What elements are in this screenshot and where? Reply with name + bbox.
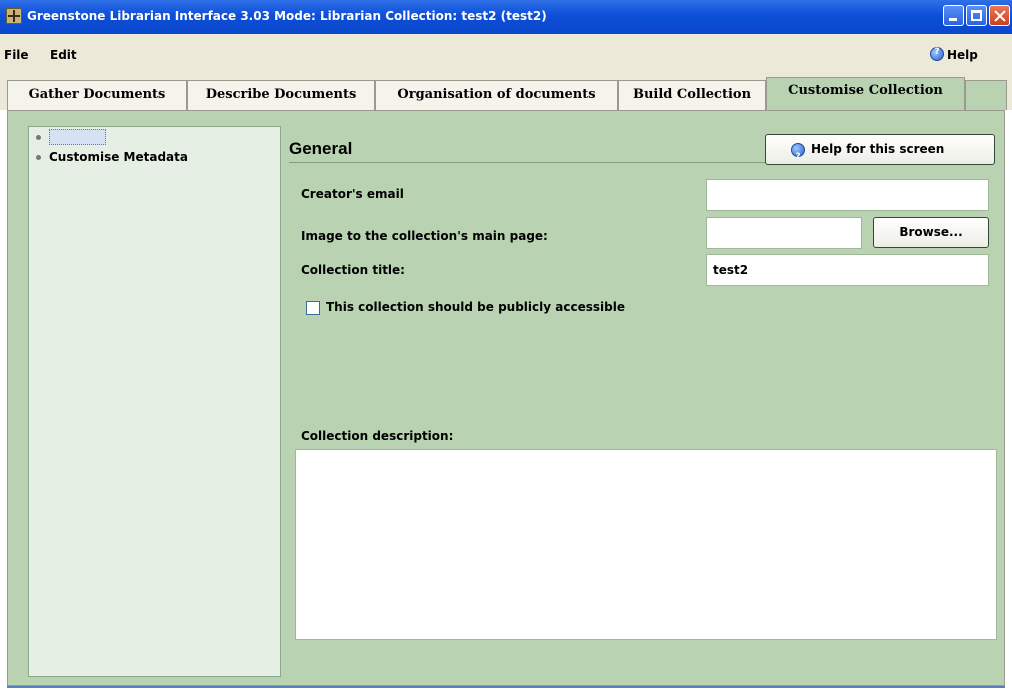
sidebar-item-label: Customise Metadata	[49, 150, 188, 164]
customise-collection-panel: General Customise Metadata General Help …	[7, 110, 1005, 686]
help-button-label: Help for this screen	[811, 142, 945, 156]
menu-edit[interactable]: Edit	[50, 48, 77, 62]
tab-strip-filler	[965, 80, 1007, 110]
menu-bar: File Edit Help	[0, 34, 1012, 74]
tab-describe-documents[interactable]: Describe Documents	[187, 80, 375, 110]
maximize-icon[interactable]	[966, 5, 987, 26]
collection-description-textarea[interactable]	[295, 449, 997, 640]
sidebar-item-label: General	[49, 129, 106, 145]
creator-email-field[interactable]	[706, 179, 989, 211]
help-icon	[791, 143, 805, 172]
minimize-icon[interactable]	[943, 5, 964, 26]
menu-help[interactable]: Help	[947, 48, 978, 62]
help-icon[interactable]	[930, 47, 944, 61]
sidebar-item-general[interactable]: General	[36, 129, 106, 145]
collection-image-field[interactable]	[706, 217, 862, 249]
collection-title-field[interactable]: test2	[706, 254, 989, 286]
tab-build-collection[interactable]: Build Collection	[618, 80, 766, 110]
close-icon[interactable]	[989, 5, 1010, 26]
window-bottom-border	[7, 686, 1005, 688]
public-access-label[interactable]: This collection should be publicly acces…	[326, 300, 625, 314]
collection-title-label: Collection title:	[301, 263, 405, 277]
sidebar-item-customise-metadata[interactable]: Customise Metadata	[36, 150, 188, 164]
window-title: Greenstone Librarian Interface 3.03 Mode…	[27, 9, 547, 23]
title-divider	[289, 162, 770, 163]
sidebar: General Customise Metadata	[28, 126, 281, 677]
collection-description-label: Collection description:	[301, 429, 454, 443]
help-for-this-screen-button[interactable]: Help for this screen	[765, 134, 995, 172]
public-access-checkbox[interactable]	[306, 301, 320, 315]
greenstone-app-icon	[6, 8, 22, 24]
tab-gather-documents[interactable]: Gather Documents	[7, 80, 187, 110]
application-window: Greenstone Librarian Interface 3.03 Mode…	[0, 0, 1012, 691]
tab-customise-collection[interactable]: Customise Collection	[766, 77, 965, 111]
bullet-icon	[36, 135, 41, 140]
menu-file[interactable]: File	[4, 48, 29, 62]
bullet-icon	[36, 155, 41, 160]
creator-email-label: Creator's email	[301, 187, 404, 201]
collection-image-label: Image to the collection's main page:	[301, 229, 548, 243]
page-title: General	[289, 139, 353, 158]
title-bar[interactable]: Greenstone Librarian Interface 3.03 Mode…	[0, 0, 1012, 34]
tab-organisation-of-documents[interactable]: Organisation of documents	[375, 80, 618, 110]
browse-button[interactable]: Browse...	[873, 217, 989, 248]
tab-strip: Gather Documents Describe Documents Orga…	[0, 74, 1012, 111]
